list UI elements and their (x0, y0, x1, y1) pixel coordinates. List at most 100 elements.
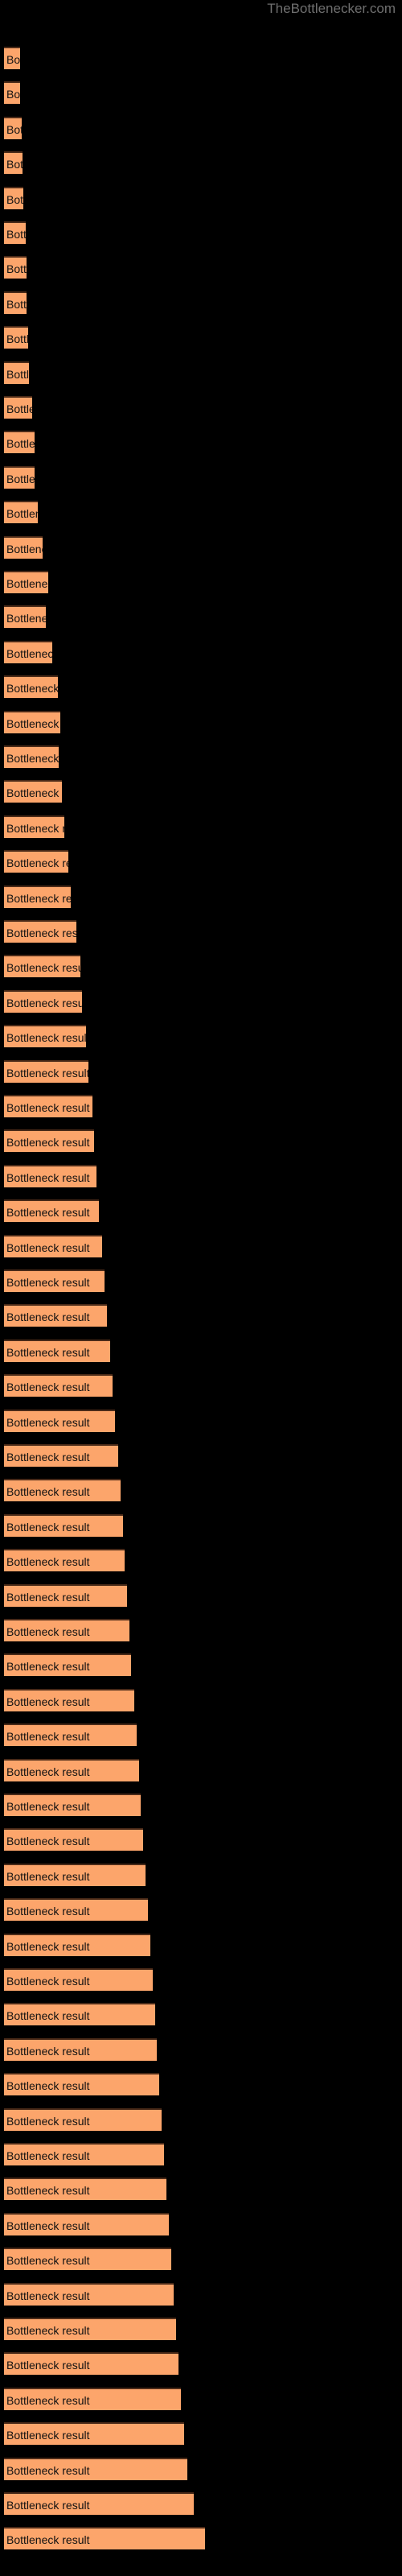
bar-row: Bottleneck result (4, 535, 43, 559)
bar-label: Bottleneck result (6, 1730, 90, 1744)
bar-label: Bottleneck result (6, 1101, 90, 1114)
bar-row: Bottleneck result (4, 605, 46, 629)
bar-row: Bottleneck result (4, 2037, 157, 2061)
bar-row: Bottleneck result (4, 989, 82, 1013)
bar: Bottleneck result (4, 815, 64, 838)
bar-label: Bottleneck result (6, 88, 20, 101)
bar: Bottleneck result (4, 1059, 88, 1083)
bar: Bottleneck result (4, 1164, 96, 1187)
bar-row: Bottleneck result (4, 2387, 181, 2410)
bar-label: Bottleneck result (6, 437, 35, 451)
bar: Bottleneck result (4, 605, 46, 629)
bar-row: Bottleneck result (4, 1724, 137, 1747)
bar: Bottleneck result (4, 2492, 194, 2515)
bar: Bottleneck result (4, 1794, 141, 1816)
bar-row: Bottleneck result (4, 431, 35, 454)
bar-row: Bottleneck result (4, 1933, 150, 1956)
bar-row: Bottleneck result (4, 1479, 121, 1502)
bar-label: Bottleneck result (6, 577, 48, 590)
bar: Bottleneck result (4, 151, 23, 175)
bar-row: Bottleneck result (4, 2003, 155, 2026)
bar-row: Bottleneck result (4, 151, 23, 175)
bar-row: Bottleneck result (4, 1409, 115, 1432)
bar: Bottleneck result (4, 1549, 125, 1572)
bar-label: Bottleneck result (6, 1765, 90, 1778)
bar-row: Bottleneck result (4, 745, 59, 768)
bar-row: Bottleneck result (4, 2492, 194, 2515)
bar-row: Bottleneck result (4, 1688, 134, 1711)
bar-label: Bottleneck result (6, 122, 22, 136)
bar-label: Bottleneck result (6, 2219, 90, 2232)
bar-label: Bottleneck result (6, 2324, 90, 2337)
bar: Bottleneck result (4, 186, 23, 209)
bar-label: Bottleneck result (6, 1276, 90, 1289)
bar-row: Bottleneck result (4, 1968, 153, 1991)
bar-label: Bottleneck result (6, 1451, 90, 1463)
bar: Bottleneck result (4, 221, 26, 244)
bar: Bottleneck result (4, 1129, 94, 1153)
bar-row: Bottleneck result (4, 1129, 94, 1153)
bar-label: Bottleneck result (6, 1031, 86, 1045)
bar-label: Bottleneck result (6, 1311, 90, 1324)
bar-label: Bottleneck result (6, 507, 38, 521)
bar-label: Bottleneck result (6, 367, 29, 381)
bar-label: Bottleneck result (6, 1170, 90, 1184)
bar: Bottleneck result (4, 1653, 131, 1677)
bar-label: Bottleneck result (6, 228, 26, 241)
bar-row: Bottleneck result (4, 116, 22, 139)
bar-label: Bottleneck result (6, 192, 23, 206)
bar-row: Bottleneck result (4, 2282, 174, 2306)
bar-row: Bottleneck result (4, 2527, 205, 2550)
bar-row: Bottleneck result (4, 221, 26, 244)
bar-label: Bottleneck result (6, 682, 58, 696)
bar-label: Bottleneck result (6, 2079, 90, 2093)
bar-row: Bottleneck result (4, 1095, 92, 1117)
bar: Bottleneck result (4, 1619, 129, 1641)
bar-row: Bottleneck result (4, 1339, 110, 1362)
bar-row: Bottleneck result (4, 186, 23, 209)
bar-label: Bottleneck result (6, 786, 62, 800)
bar: Bottleneck result (4, 745, 59, 768)
bar-row: Bottleneck result (4, 885, 71, 908)
bar: Bottleneck result (4, 1025, 86, 1048)
bar-label: Bottleneck result (6, 53, 20, 66)
bar: Bottleneck result (4, 2248, 171, 2271)
bar: Bottleneck result (4, 1828, 143, 1852)
bar-row: Bottleneck result (4, 1898, 148, 1922)
bar: Bottleneck result (4, 1234, 102, 1257)
bar: Bottleneck result (4, 2282, 174, 2306)
bar-row: Bottleneck result (4, 1513, 123, 1537)
bar: Bottleneck result (4, 1339, 110, 1362)
bar-row: Bottleneck result (4, 326, 28, 349)
bar-label: Bottleneck result (6, 1590, 90, 1604)
bar-label: Bottleneck result (6, 297, 27, 311)
bottleneck-bar-chart: Bottleneck result Bottleneck result Bottle… (0, 0, 402, 2576)
bar: Bottleneck result (4, 1513, 123, 1537)
bar: Bottleneck result (4, 710, 60, 733)
bar-row: Bottleneck result (4, 1828, 143, 1852)
bar: Bottleneck result (4, 2352, 178, 2376)
bar: Bottleneck result (4, 256, 27, 279)
bar: Bottleneck result (4, 1758, 139, 1781)
bar: Bottleneck result (4, 465, 35, 489)
bar: Bottleneck result (4, 1724, 137, 1747)
bar-row: Bottleneck result (4, 1549, 125, 1572)
bar-row: Bottleneck result (4, 501, 38, 524)
bar: Bottleneck result (4, 535, 43, 559)
bar-row: Bottleneck result (4, 1619, 129, 1641)
bar: Bottleneck result (4, 1444, 118, 1467)
bar: Bottleneck result (4, 2003, 155, 2026)
bar-row: Bottleneck result (4, 2318, 176, 2340)
bar: Bottleneck result (4, 2527, 205, 2550)
bar-label: Bottleneck result (6, 821, 64, 835)
bar-label: Bottleneck result (6, 1136, 90, 1150)
bar-label: Bottleneck result (6, 2184, 90, 2198)
bar: Bottleneck result (4, 989, 82, 1013)
bar: Bottleneck result (4, 1095, 92, 1117)
bar: Bottleneck result (4, 640, 52, 663)
bar-row: Bottleneck result (4, 850, 68, 873)
bar-row: Bottleneck result (4, 47, 20, 69)
bar: Bottleneck result (4, 1269, 105, 1292)
bar-label: Bottleneck result (6, 2254, 90, 2268)
bar-row: Bottleneck result (4, 1794, 141, 1816)
